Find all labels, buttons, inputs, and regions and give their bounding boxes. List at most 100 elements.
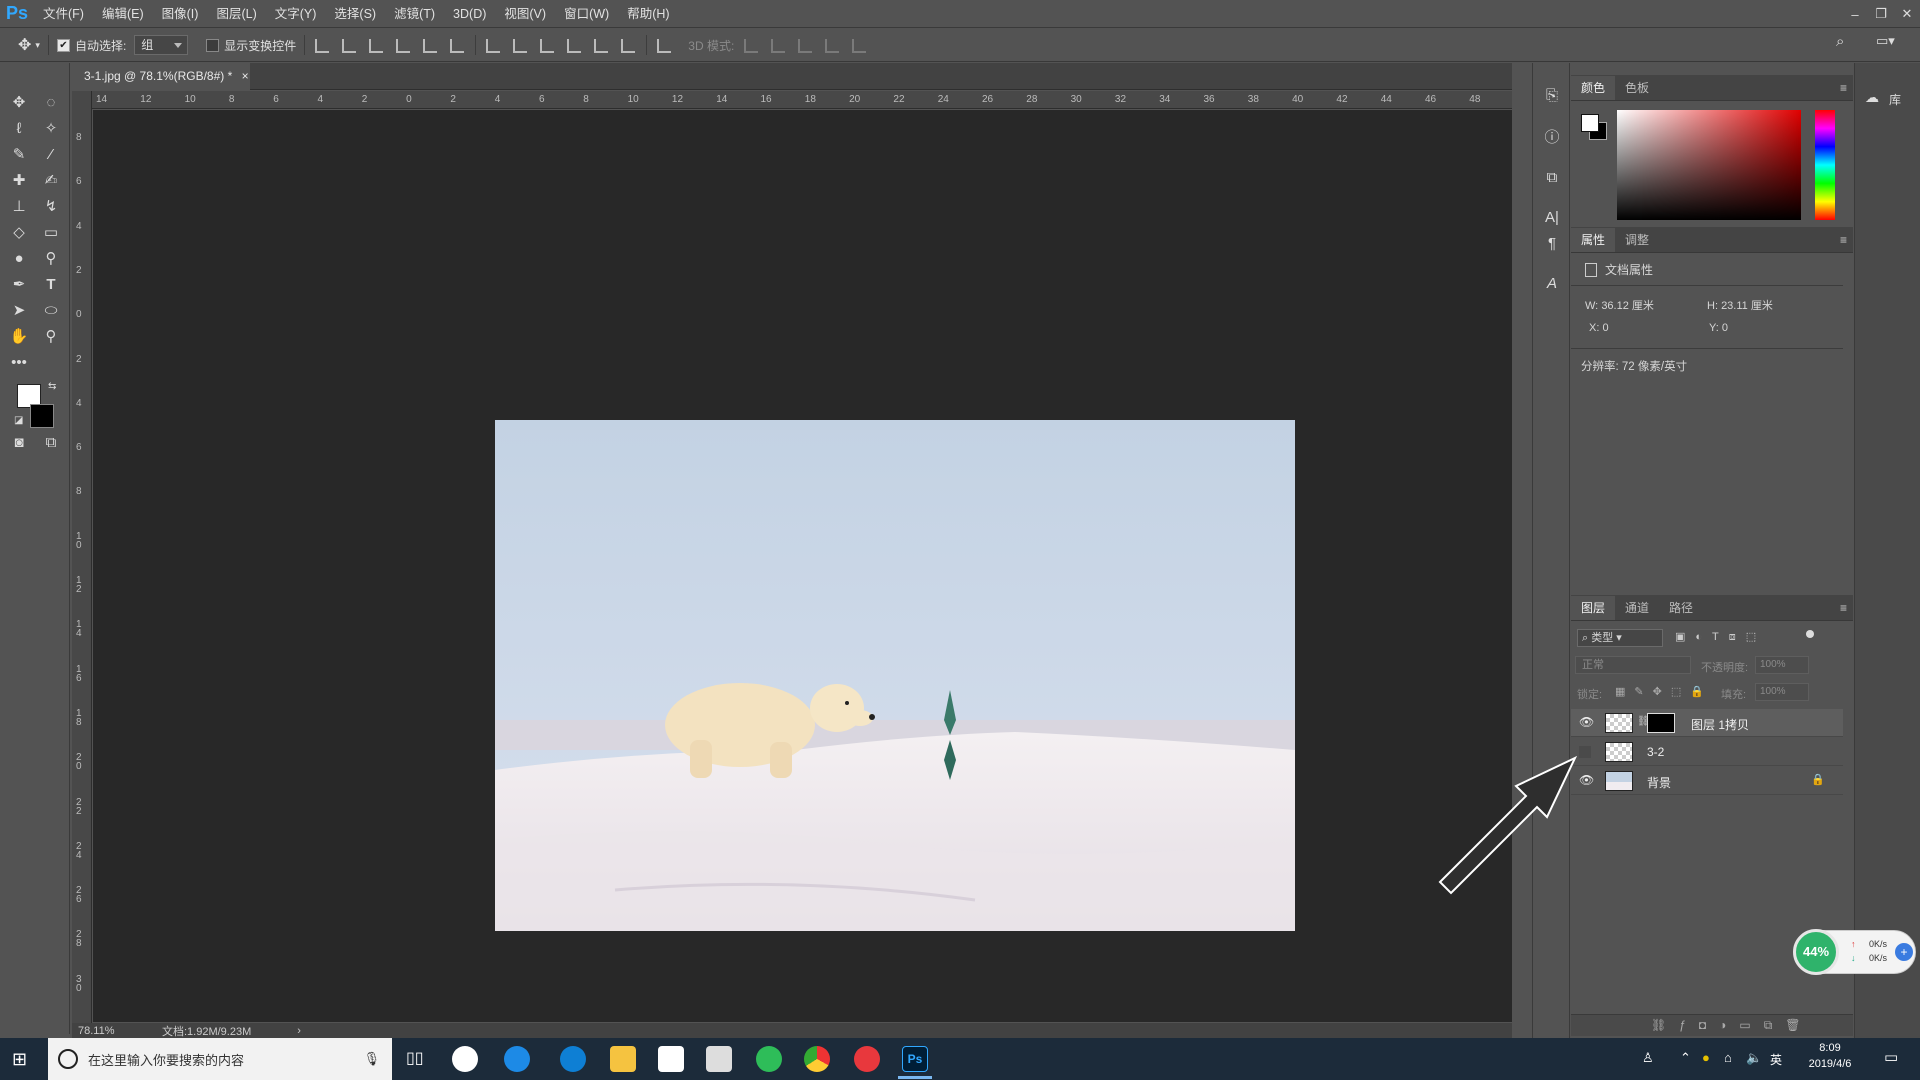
screen-mode-icon[interactable]: ⧉ xyxy=(38,430,64,454)
eye-icon[interactable]: 👁 xyxy=(1579,773,1594,787)
minimize-button[interactable]: – xyxy=(1842,7,1868,22)
history-brush-icon[interactable]: ↯ xyxy=(38,194,64,218)
edge-icon[interactable] xyxy=(560,1046,586,1072)
layer-name[interactable]: 图层 1拷贝 xyxy=(1691,716,1749,733)
chrome-icon[interactable] xyxy=(804,1046,830,1072)
eyedropper-icon[interactable]: ⁄ xyxy=(38,142,64,166)
paragraph-panel-icon[interactable]: ¶ xyxy=(1541,233,1563,255)
workspace-icon[interactable]: ▭▾ xyxy=(1876,33,1895,49)
menu-edit[interactable]: 编辑(E) xyxy=(93,0,153,28)
panel-menu-icon[interactable]: ≡ xyxy=(1840,81,1847,95)
path-select-icon[interactable]: ➤ xyxy=(6,298,32,322)
hue-slider[interactable] xyxy=(1815,110,1835,220)
lock-icons[interactable]: ▦✎✥⬚🔒 xyxy=(1615,685,1713,698)
document-tab[interactable]: 3-1.jpg @ 78.1%(RGB/8#) * × xyxy=(72,63,250,90)
libraries-icon[interactable]: ☁ xyxy=(1865,89,1879,106)
distribute-top-icon[interactable] xyxy=(481,34,503,56)
clock[interactable]: 8:09 2019/4/6 xyxy=(1798,1042,1862,1070)
fill-input[interactable]: 100% xyxy=(1755,683,1809,701)
blend-mode-dropdown[interactable]: 正常 xyxy=(1575,656,1691,674)
tab-adjustments[interactable]: 调整 xyxy=(1615,228,1659,252)
layer-row[interactable]: 👁 ⛓ 图层 1拷贝 xyxy=(1571,709,1843,737)
x-value[interactable]: 0 xyxy=(1602,322,1608,334)
menu-image[interactable]: 图像(I) xyxy=(153,0,208,28)
tab-layers[interactable]: 图层 xyxy=(1571,596,1616,620)
show-transform-option[interactable]: 显示变换控件 xyxy=(206,37,296,54)
menu-view[interactable]: 视图(V) xyxy=(495,0,555,28)
menu-layer[interactable]: 图层(L) xyxy=(207,0,265,28)
browser-360-icon[interactable] xyxy=(756,1046,782,1072)
healing-brush-icon[interactable]: ✚ xyxy=(6,168,32,192)
file-explorer-icon[interactable] xyxy=(610,1046,636,1072)
pan-3d-icon[interactable] xyxy=(793,34,815,56)
auto-align-icon[interactable] xyxy=(652,34,674,56)
layer-name[interactable]: 背景 xyxy=(1647,774,1671,791)
menu-select[interactable]: 选择(S) xyxy=(325,0,385,28)
network-widget[interactable]: 44% ↑ ↓ 0K/s 0K/s + xyxy=(1793,929,1916,975)
menu-type[interactable]: 文字(Y) xyxy=(266,0,326,28)
network-icon[interactable]: ⌂ xyxy=(1724,1050,1732,1065)
tab-properties[interactable]: 属性 xyxy=(1571,228,1616,252)
people-icon[interactable]: ♙ xyxy=(1642,1050,1654,1066)
layer-row[interactable]: 👁 背景 🔒 xyxy=(1571,767,1843,795)
default-colors-icon[interactable]: ◪ xyxy=(14,415,23,426)
visibility-off-box[interactable] xyxy=(1579,746,1591,758)
width-field[interactable]: W: 36.12 厘米 xyxy=(1585,297,1654,313)
clone-source-icon[interactable]: ⧉ xyxy=(1541,167,1563,189)
distribute-vcenter-icon[interactable] xyxy=(508,34,530,56)
layer-filter-dropdown[interactable]: ⌕ 类型 ▾ xyxy=(1577,629,1663,647)
tab-paths[interactable]: 路径 xyxy=(1659,596,1703,620)
mail-icon[interactable] xyxy=(706,1046,732,1072)
layer-mask-thumbnail[interactable] xyxy=(1647,713,1675,733)
notifications-icon[interactable]: ▭ xyxy=(1884,1048,1898,1066)
tray-app-icon[interactable]: ● xyxy=(1702,1050,1710,1065)
more-tools-icon[interactable]: ••• xyxy=(6,350,32,374)
search-icon[interactable]: ⌕ xyxy=(1836,33,1844,50)
status-menu-arrow[interactable]: › xyxy=(297,1025,301,1037)
align-bottom-icon[interactable] xyxy=(364,34,386,56)
distribute-left-icon[interactable] xyxy=(562,34,584,56)
roll-3d-icon[interactable] xyxy=(766,34,788,56)
color-fg-swatch[interactable] xyxy=(1581,114,1599,132)
netease-music-icon[interactable] xyxy=(854,1046,880,1072)
align-right-icon[interactable] xyxy=(445,34,467,56)
history-panel-icon[interactable]: ⎘ xyxy=(1541,85,1563,107)
gradient-icon[interactable]: ▭ xyxy=(38,220,64,244)
filter-toggle-icon[interactable] xyxy=(1806,630,1814,638)
tab-color[interactable]: 颜色 xyxy=(1571,76,1616,100)
close-tab-icon[interactable]: × xyxy=(242,69,249,83)
ie-icon[interactable] xyxy=(504,1046,530,1072)
auto-select-checkbox[interactable]: ✔ xyxy=(56,38,70,52)
menu-filter[interactable]: 滤镜(T) xyxy=(385,0,444,28)
auto-select-dropdown[interactable]: 组 xyxy=(134,35,189,55)
microphone-icon[interactable]: 🎙 xyxy=(363,1051,380,1067)
eye-icon[interactable]: 👁 xyxy=(1579,715,1594,729)
opacity-input[interactable]: 100% xyxy=(1755,656,1809,674)
distribute-right-icon[interactable] xyxy=(616,34,638,56)
scale-3d-icon[interactable] xyxy=(847,34,869,56)
memory-percent[interactable]: 44% xyxy=(1793,929,1839,975)
volume-icon[interactable]: 🔈 xyxy=(1746,1050,1762,1066)
align-hcenter-icon[interactable] xyxy=(418,34,440,56)
align-vcenter-icon[interactable] xyxy=(337,34,359,56)
slide-3d-icon[interactable] xyxy=(820,34,842,56)
panel-menu-icon[interactable]: ≡ xyxy=(1840,233,1847,247)
menu-window[interactable]: 窗口(W) xyxy=(555,0,618,28)
character-panel-icon[interactable]: A| xyxy=(1541,207,1563,229)
x-field[interactable]: X: 0 xyxy=(1589,322,1609,334)
tab-channels[interactable]: 通道 xyxy=(1615,596,1659,620)
quick-select-icon[interactable]: ✎ xyxy=(6,142,32,166)
menu-help[interactable]: 帮助(H) xyxy=(618,0,678,28)
auto-select-option[interactable]: ✔ 自动选择: xyxy=(56,37,126,54)
pen-tool-icon[interactable]: ✒ xyxy=(6,272,32,296)
add-icon[interactable]: + xyxy=(1895,943,1913,961)
tray-expand-icon[interactable]: ⌃ xyxy=(1680,1050,1691,1066)
move-tool-icon[interactable]: ✥ xyxy=(6,90,32,114)
input-method[interactable]: 英 xyxy=(1770,1051,1782,1068)
windows-start-icon[interactable]: ⊞ xyxy=(12,1049,27,1070)
hand-tool-icon[interactable]: ✋ xyxy=(6,324,32,348)
magic-wand-icon[interactable]: ✧ xyxy=(38,116,64,140)
layer-filter-icons[interactable]: ▣◐T⧈⬚ xyxy=(1675,630,1766,644)
glyphs-panel-icon[interactable]: A xyxy=(1541,273,1563,295)
layer-row[interactable]: 3-2 xyxy=(1571,738,1843,766)
